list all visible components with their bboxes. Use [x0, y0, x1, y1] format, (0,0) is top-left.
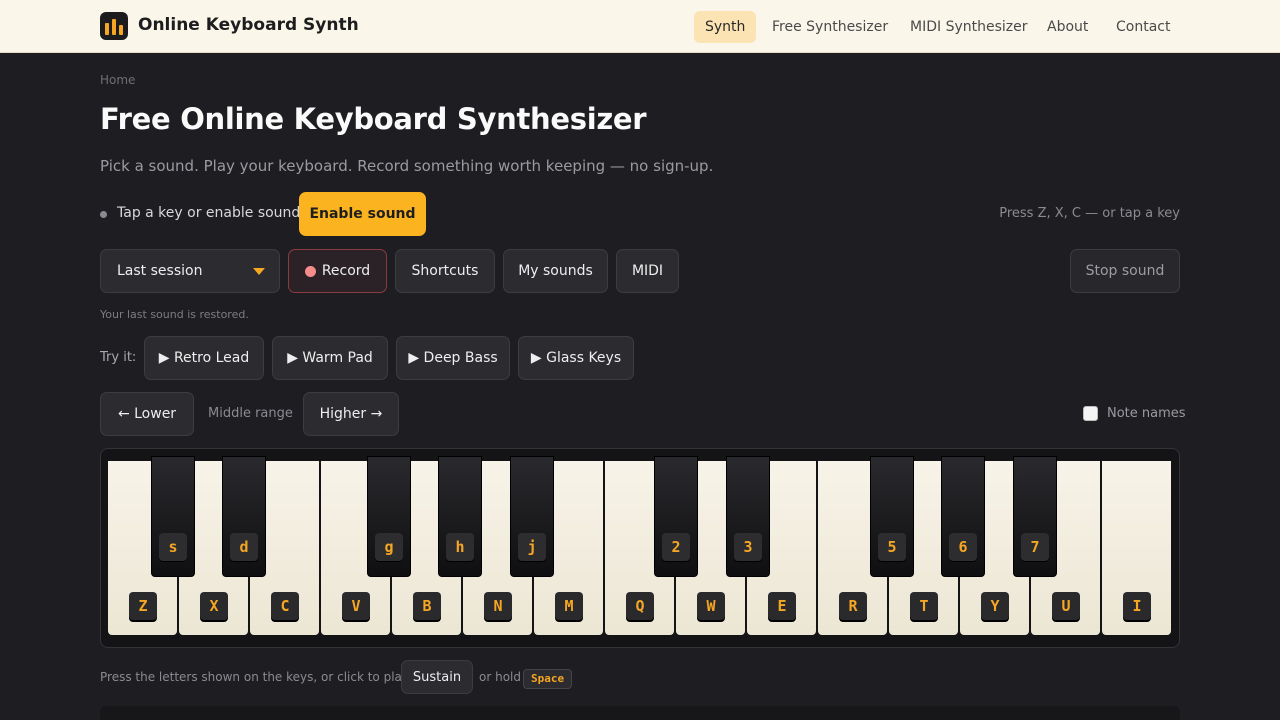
keyboard-hint: Press Z, X, C — or tap a key — [999, 206, 1180, 221]
key-label: 6 — [949, 533, 977, 561]
lower-panel — [100, 706, 1180, 720]
key-label: s — [159, 533, 187, 561]
preset-deep-bass-button[interactable]: ▶ Deep Bass — [396, 336, 510, 380]
key-label: U — [1052, 592, 1080, 620]
preset-retro-lead-button[interactable]: ▶ Retro Lead — [144, 336, 264, 380]
enable-sound-button[interactable]: Enable sound — [299, 192, 426, 236]
try-it-label: Try it: — [100, 350, 137, 365]
chevron-down-icon — [253, 268, 265, 275]
black-key[interactable]: 5 — [870, 456, 914, 577]
preset-select[interactable]: Last session — [100, 249, 280, 293]
octave-range-label: Middle range — [208, 406, 293, 421]
key-label: Z — [129, 592, 157, 620]
nav-about[interactable]: About — [1036, 11, 1099, 43]
black-key[interactable]: 2 — [654, 456, 698, 577]
black-key[interactable]: g — [367, 456, 411, 577]
page-subtitle: Pick a sound. Play your keyboard. Record… — [100, 157, 714, 175]
key-label: h — [446, 533, 474, 561]
key-label: 5 — [878, 533, 906, 561]
midi-button[interactable]: MIDI — [616, 249, 679, 293]
key-label: X — [200, 592, 228, 620]
key-label: 7 — [1021, 533, 1049, 561]
record-button[interactable]: Record — [288, 249, 387, 293]
status-dot-icon — [100, 211, 107, 218]
black-key[interactable]: h — [438, 456, 482, 577]
top-nav-bar: Online Keyboard Synth Synth Free Synthes… — [0, 0, 1280, 53]
sustain-button[interactable]: Sustain — [401, 660, 473, 694]
page-title: Free Online Keyboard Synthesizer — [100, 102, 647, 136]
restore-note: Your last sound is restored. — [100, 308, 249, 321]
nav-synth[interactable]: Synth — [694, 11, 757, 43]
black-key[interactable]: 7 — [1013, 456, 1057, 577]
black-key[interactable]: 6 — [941, 456, 985, 577]
key-label: d — [230, 533, 258, 561]
black-key[interactable]: d — [222, 456, 266, 577]
hold-text: or hold — [479, 670, 521, 684]
key-label: N — [484, 592, 512, 620]
key-label: B — [413, 592, 441, 620]
key-label: T — [910, 592, 938, 620]
key-label: C — [271, 592, 299, 620]
preset-glass-keys-button[interactable]: ▶ Glass Keys — [518, 336, 634, 380]
record-dot-icon — [304, 265, 316, 277]
key-label: g — [375, 533, 403, 561]
black-key[interactable]: s — [151, 456, 195, 577]
shortcuts-button[interactable]: Shortcuts — [395, 249, 495, 293]
key-label: W — [697, 592, 725, 620]
key-label: E — [768, 592, 796, 620]
note-names-label[interactable]: Note names — [1107, 406, 1186, 421]
key-label: 2 — [662, 533, 690, 561]
key-label: M — [555, 592, 583, 620]
octave-higher-button[interactable]: Higher → — [303, 392, 399, 436]
nav-midi-synthesizer[interactable]: MIDI Synthesizer — [899, 11, 1039, 43]
key-label: V — [342, 592, 370, 620]
key-label: Y — [981, 592, 1009, 620]
key-label: R — [839, 592, 867, 620]
my-sounds-button[interactable]: My sounds — [503, 249, 608, 293]
key-label: Q — [626, 592, 654, 620]
piano-logo-icon[interactable] — [100, 12, 128, 40]
stop-sound-button[interactable]: Stop sound — [1070, 249, 1180, 293]
play-instructions: Press the letters shown on the keys, or … — [100, 670, 412, 684]
audio-status-text: Tap a key or enable sound — [117, 205, 301, 221]
preset-selected-value: Last session — [117, 263, 203, 279]
record-label: Record — [321, 263, 371, 279]
preset-warm-pad-button[interactable]: ▶ Warm Pad — [272, 336, 388, 380]
nav-free-synthesizer[interactable]: Free Synthesizer — [761, 11, 899, 43]
space-key-badge: Space — [523, 669, 573, 689]
key-label: j — [518, 533, 546, 561]
white-key[interactable]: I — [1102, 461, 1171, 635]
black-key[interactable]: j — [510, 456, 554, 577]
note-names-checkbox[interactable] — [1083, 406, 1098, 421]
key-label: 3 — [734, 533, 762, 561]
black-key[interactable]: 3 — [726, 456, 770, 577]
brand-name[interactable]: Online Keyboard Synth — [138, 15, 359, 35]
breadcrumb-home[interactable]: Home — [100, 73, 135, 87]
octave-lower-button[interactable]: ← Lower — [100, 392, 194, 436]
key-label: I — [1123, 592, 1151, 620]
nav-contact[interactable]: Contact — [1105, 11, 1181, 43]
